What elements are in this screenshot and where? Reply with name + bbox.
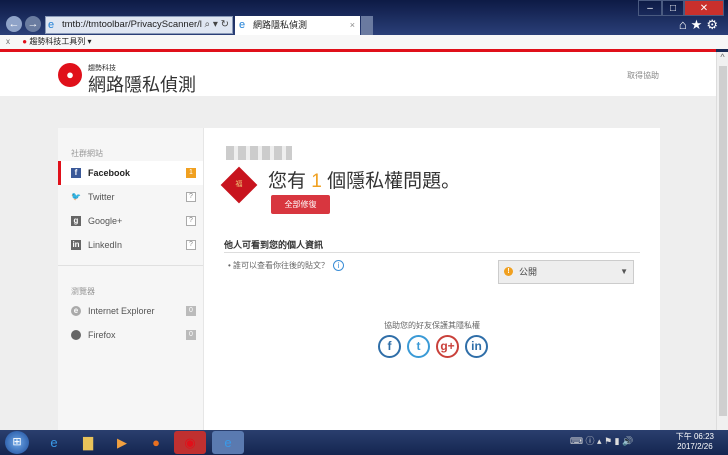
- scroll-up-icon[interactable]: ^: [720, 52, 724, 62]
- help-link[interactable]: 取得協助: [627, 70, 659, 81]
- issue-count: 1: [311, 171, 322, 192]
- headline-pre: 您有: [268, 171, 307, 192]
- taskbar-explorer-icon[interactable]: ▇: [72, 431, 104, 454]
- blurred-username: [226, 146, 292, 160]
- info-icon[interactable]: i: [333, 260, 345, 271]
- start-button[interactable]: ⊞: [5, 431, 29, 454]
- selected-value: 公開: [519, 267, 538, 277]
- page-header: ● 趨勢科技 網路隱私偵測 取得協助: [0, 52, 716, 96]
- tab-privacy-scanner[interactable]: e 網路隱私偵測 ×: [235, 16, 360, 35]
- privacy-question: • 誰可以查看你往後的貼文？ i: [228, 260, 345, 271]
- twitter-share-button[interactable]: t: [407, 335, 430, 358]
- address-bar[interactable]: e tmtb://tmtoolbar/PrivacyScanner/loca ⌕ ▾…: [45, 16, 233, 34]
- close-tab-icon[interactable]: ×: [350, 16, 355, 34]
- sidebar-item-facebook[interactable]: f Facebook 1: [58, 161, 203, 185]
- label: Google+: [88, 216, 123, 226]
- ie-icon: e: [48, 19, 55, 31]
- content-card: 社群網站 f Facebook 1 🐦 Twitter? g Google+? in Li…: [58, 128, 660, 430]
- trend-logo-icon: ●: [58, 63, 82, 87]
- section-browsers: 瀏覽器: [71, 287, 95, 296]
- linkedin-icon: in: [71, 240, 81, 250]
- ie-icon: e: [71, 306, 81, 316]
- browser-titlebar: ← → e tmtb://tmtoolbar/PrivacyScanner/loc…: [0, 0, 728, 35]
- googleplus-share-button[interactable]: g+: [436, 335, 459, 358]
- issue-badge: 0: [186, 330, 196, 340]
- date: 2017/2/26: [677, 442, 713, 451]
- close-window-button[interactable]: ✕: [684, 0, 724, 16]
- facebook-share-button[interactable]: f: [378, 335, 401, 358]
- taskbar-ie-active-icon[interactable]: e: [212, 431, 244, 454]
- fix-all-button[interactable]: 全部修復: [271, 195, 330, 214]
- sidebar-item-firefox[interactable]: Firefox 0: [58, 323, 203, 347]
- issue-badge: 0: [186, 306, 196, 316]
- maximize-button[interactable]: □: [662, 0, 684, 16]
- label: Twitter: [88, 192, 115, 202]
- forward-button[interactable]: →: [25, 16, 41, 32]
- facebook-icon: f: [71, 168, 81, 178]
- sidebar-item-googleplus[interactable]: g Google+?: [58, 209, 203, 233]
- linkedin-share-button[interactable]: in: [465, 335, 488, 358]
- scrollbar[interactable]: ^: [716, 52, 728, 430]
- system-tray[interactable]: ⌨ ⓘ ▴ ⚑ ▮ 🔊: [570, 434, 633, 447]
- sidebar-item-linkedin[interactable]: in LinkedIn?: [58, 233, 203, 257]
- issue-badge: ?: [186, 192, 196, 202]
- question-text: 誰可以查看你往後的貼文？: [233, 261, 330, 270]
- url-text: tmtb://tmtoolbar/PrivacyScanner/loca: [62, 19, 218, 30]
- issue-badge: ?: [186, 216, 196, 226]
- sidebar-item-ie[interactable]: e Internet Explorer 0: [58, 299, 203, 323]
- minimize-button[interactable]: –: [638, 0, 662, 16]
- label: Firefox: [88, 330, 116, 340]
- taskbar: ⊞ e ▇ ▶ ● ◉ e ⌨ ⓘ ▴ ⚑ ▮ 🔊 下午 06:23 2017/2…: [0, 430, 728, 455]
- ie-icon: e: [239, 19, 246, 31]
- toolbar-menu[interactable]: 趨勢科技工具列: [29, 37, 85, 46]
- clock[interactable]: 下午 06:23 2017/2/26: [676, 432, 714, 452]
- taskbar-media-icon[interactable]: ▶: [106, 431, 138, 454]
- new-tab-button[interactable]: [361, 16, 373, 35]
- googleplus-icon: g: [71, 216, 81, 226]
- twitter-icon: 🐦: [71, 192, 81, 201]
- taskbar-firefox-icon[interactable]: ●: [140, 431, 172, 454]
- divider: [224, 252, 640, 253]
- trend-logo-icon: ●: [22, 37, 28, 46]
- issue-badge: ?: [186, 240, 196, 250]
- search-refresh-icons[interactable]: ⌕ ▾ ↻: [202, 17, 229, 33]
- share-text: 協助您的好友保護其隱私權: [384, 321, 480, 330]
- issue-badge: 1: [186, 168, 196, 178]
- back-button[interactable]: ←: [6, 16, 22, 32]
- seal-text: 福: [235, 181, 243, 188]
- home-favorites-settings-icons[interactable]: ⌂★⚙: [679, 17, 722, 33]
- label: Facebook: [88, 168, 131, 178]
- taskbar-ie-icon[interactable]: e: [38, 431, 70, 454]
- main-panel: 福 您有 1 個隱私權問題。 全部修復 他人可看到您的個人資訊 • 誰可以查看你…: [204, 128, 660, 430]
- sidebar-item-twitter[interactable]: 🐦 Twitter?: [58, 185, 203, 209]
- share-buttons: f t g+ in: [378, 335, 488, 358]
- trend-toolbar: x ● 趨勢科技工具列 ▾: [0, 35, 728, 49]
- tab-title: 網路隱私偵測: [253, 20, 308, 30]
- taskbar-trend-icon[interactable]: ◉: [174, 431, 206, 454]
- label: Internet Explorer: [88, 306, 155, 316]
- fortune-seal-icon: 福: [220, 166, 258, 204]
- issue-headline: 您有 1 個隱私權問題。: [268, 166, 460, 193]
- section-title: 他人可看到您的個人資訊: [224, 240, 324, 250]
- label: LinkedIn: [88, 240, 123, 250]
- chevron-down-icon: ▼: [620, 267, 628, 276]
- time: 下午 06:23: [675, 432, 714, 441]
- headline-post: 個隱私權問題。: [327, 171, 461, 192]
- scrollbar-thumb[interactable]: [719, 66, 727, 416]
- visibility-dropdown[interactable]: ! 公開 ▼: [498, 260, 634, 284]
- page-title: 網路隱私偵測: [88, 75, 196, 95]
- section-social: 社群網站: [71, 149, 103, 158]
- close-toolbar-button[interactable]: x: [6, 37, 10, 46]
- page: ● 趨勢科技 網路隱私偵測 取得協助 社群網站 f Facebook 1 🐦 Twit…: [0, 52, 716, 430]
- sidebar: 社群網站 f Facebook 1 🐦 Twitter? g Google+? in Li…: [58, 128, 204, 430]
- firefox-icon: [71, 330, 81, 340]
- warning-icon: !: [504, 267, 513, 276]
